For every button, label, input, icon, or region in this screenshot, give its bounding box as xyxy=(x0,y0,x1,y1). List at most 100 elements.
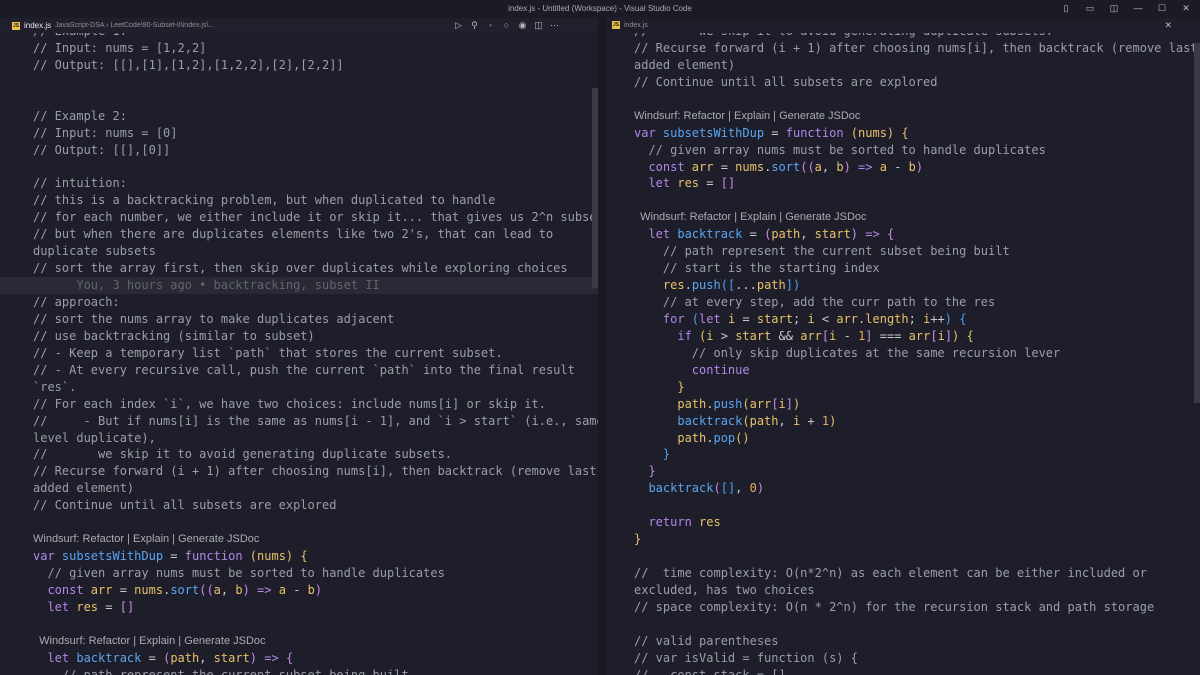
codelens-actions[interactable]: Windsurf: Refactor | Explain | Generate … xyxy=(606,209,1200,226)
code-line[interactable]: // Example 2: xyxy=(0,108,598,125)
git-compare-icon[interactable]: ◦ xyxy=(485,20,496,31)
code-line[interactable]: // time complexity: O(n*2^n) as each ele… xyxy=(606,565,1200,582)
code-line[interactable]: let res = [] xyxy=(606,175,1200,192)
layout-sidebar-icon[interactable]: ▯ xyxy=(1060,3,1072,14)
code-line[interactable]: `res`. xyxy=(0,379,598,396)
code-line[interactable]: // const stack = [] xyxy=(606,667,1200,675)
code-line[interactable]: // Input: nums = [0] xyxy=(0,125,598,142)
codelens-actions[interactable]: Windsurf: Refactor | Explain | Generate … xyxy=(606,108,1200,125)
code-line[interactable] xyxy=(0,74,598,91)
tab-left-index-js[interactable]: JS index.js JavaScript-DSA › LeetCode\90… xyxy=(12,21,214,30)
code-line[interactable]: path.pop() xyxy=(606,430,1200,447)
code-line[interactable]: // path represent the current subset bei… xyxy=(606,243,1200,260)
code-line[interactable]: } xyxy=(606,446,1200,463)
code-line[interactable]: added element) xyxy=(0,480,598,497)
left-scrollbar-thumb[interactable] xyxy=(592,88,598,288)
code-line[interactable]: // Output: [[],[1],[1,2],[1,2,2],[2],[2,… xyxy=(0,57,598,74)
code-line[interactable]: duplicate subsets xyxy=(0,243,598,260)
code-line[interactable]: // Input: nums = [1,2,2] xyxy=(0,40,598,57)
close-tab-icon[interactable]: ✕ xyxy=(1164,20,1172,31)
code-line[interactable]: // intuition: xyxy=(0,175,598,192)
code-line[interactable]: // Recurse forward (i + 1) after choosin… xyxy=(0,463,598,480)
code-line[interactable] xyxy=(606,192,1200,209)
code-line[interactable]: // space complexity: O(n * 2^n) for the … xyxy=(606,599,1200,616)
code-token: // this is a backtracking problem, but w… xyxy=(33,193,496,208)
code-line[interactable]: for (let i = start; i < arr.length; i++)… xyxy=(606,311,1200,328)
code-line[interactable]: level duplicate), xyxy=(0,430,598,447)
code-line[interactable] xyxy=(0,514,598,531)
code-line[interactable]: // path represent the current subset bei… xyxy=(0,667,598,675)
code-line[interactable] xyxy=(606,91,1200,108)
code-line[interactable] xyxy=(606,616,1200,633)
code-line[interactable]: res.push([...path]) xyxy=(606,277,1200,294)
code-line[interactable]: // - At every recursive call, push the c… xyxy=(0,362,598,379)
code-line[interactable]: // given array nums must be sorted to ha… xyxy=(606,142,1200,159)
code-line[interactable]: added element) xyxy=(606,57,1200,74)
code-line[interactable]: // valid parentheses xyxy=(606,633,1200,650)
code-line[interactable]: // we skip it to avoid generating duplic… xyxy=(606,33,1200,40)
code-line[interactable]: let backtrack = (path, start) => { xyxy=(606,226,1200,243)
code-line[interactable] xyxy=(0,91,598,108)
layout-split-icon[interactable]: ◫ xyxy=(1108,3,1120,14)
code-line[interactable]: // - But if nums[i] is the same as nums[… xyxy=(0,413,598,430)
minimize-icon[interactable]: — xyxy=(1132,3,1144,14)
layout-panel-icon[interactable]: ▭ xyxy=(1084,3,1096,14)
code-line[interactable]: // var isValid = function (s) { xyxy=(606,650,1200,667)
code-line[interactable]: // we skip it to avoid generating duplic… xyxy=(0,446,598,463)
code-line[interactable]: const arr = nums.sort((a, b) => a - b) xyxy=(0,582,598,599)
code-line[interactable]: continue xyxy=(606,362,1200,379)
git-commit-icon[interactable]: ○ xyxy=(501,20,512,31)
code-line[interactable]: if (i > start && arr[i - 1] === arr[i]) … xyxy=(606,328,1200,345)
debug-icon[interactable]: ⚲ xyxy=(469,20,480,31)
tab-right-index-js[interactable]: JS index.js xyxy=(612,21,648,29)
editor-group-divider[interactable] xyxy=(598,18,606,675)
code-line[interactable]: // given array nums must be sorted to ha… xyxy=(0,565,598,582)
codelens-actions[interactable]: Windsurf: Refactor | Explain | Generate … xyxy=(0,633,598,650)
split-editor-icon[interactable]: ◫ xyxy=(533,20,544,31)
code-line[interactable]: let res = [] xyxy=(0,599,598,616)
code-line[interactable]: // - Keep a temporary list `path` that s… xyxy=(0,345,598,362)
code-line[interactable]: } xyxy=(606,379,1200,396)
code-line[interactable]: // Continue until all subsets are explor… xyxy=(606,74,1200,91)
code-line[interactable]: // approach: xyxy=(0,294,598,311)
code-line[interactable] xyxy=(606,548,1200,565)
code-line[interactable] xyxy=(0,159,598,176)
code-line[interactable]: // sort the array first, then skip over … xyxy=(0,260,598,277)
code-line[interactable]: // start is the starting index xyxy=(606,260,1200,277)
code-line[interactable]: backtrack(path, i + 1) xyxy=(606,413,1200,430)
code-line[interactable] xyxy=(606,497,1200,514)
code-line[interactable]: // use backtracking (similar to subset) xyxy=(0,328,598,345)
code-line[interactable]: return res xyxy=(606,514,1200,531)
code-line[interactable] xyxy=(0,616,598,633)
run-icon[interactable]: ▷ xyxy=(453,20,464,31)
code-line[interactable]: // only skip duplicates at the same recu… xyxy=(606,345,1200,362)
code-line[interactable]: // Continue until all subsets are explor… xyxy=(0,497,598,514)
code-line[interactable]: } xyxy=(606,463,1200,480)
maximize-icon[interactable]: ☐ xyxy=(1156,3,1168,14)
code-line[interactable]: } xyxy=(606,531,1200,548)
code-line[interactable]: // but when there are duplicates element… xyxy=(0,226,598,243)
code-line[interactable]: var subsetsWithDup = function (nums) { xyxy=(0,548,598,565)
code-line[interactable]: // sort the nums array to make duplicate… xyxy=(0,311,598,328)
code-line[interactable]: var subsetsWithDup = function (nums) { xyxy=(606,125,1200,142)
code-line[interactable]: const arr = nums.sort((a, b) => a - b) xyxy=(606,159,1200,176)
code-line[interactable]: // Recurse forward (i + 1) after choosin… xyxy=(606,40,1200,57)
close-icon[interactable]: ✕ xyxy=(1180,3,1192,14)
codelens-actions[interactable]: Windsurf: Refactor | Explain | Generate … xyxy=(0,531,598,548)
code-line[interactable]: // For each index `i`, we have two choic… xyxy=(0,396,598,413)
code-line[interactable]: let backtrack = (path, start) => { xyxy=(0,650,598,667)
code-line[interactable]: path.push(arr[i]) xyxy=(606,396,1200,413)
code-line[interactable]: excluded, has two choices xyxy=(606,582,1200,599)
code-line[interactable]: // Output: [[],[0]] xyxy=(0,142,598,159)
right-scrollbar-thumb[interactable] xyxy=(1194,43,1200,403)
code-line[interactable]: // at every step, add the curr path to t… xyxy=(606,294,1200,311)
code-line[interactable]: backtrack([], 0) xyxy=(606,480,1200,497)
more-actions-icon[interactable]: ⋯ xyxy=(549,20,560,31)
code-line[interactable]: // Example 1: xyxy=(0,33,598,40)
code-line[interactable]: // for each number, we either include it… xyxy=(0,209,598,226)
code-line[interactable]: // this is a backtracking problem, but w… xyxy=(0,192,598,209)
right-editor-pane[interactable]: // we skip it to avoid generating duplic… xyxy=(606,33,1200,675)
copilot-icon[interactable]: ◉ xyxy=(517,20,528,31)
left-editor-pane[interactable]: // Example 1: // Input: nums = [1,2,2] // … xyxy=(0,33,598,675)
code-line[interactable]: You, 3 hours ago • backtracking, subset … xyxy=(0,277,598,294)
